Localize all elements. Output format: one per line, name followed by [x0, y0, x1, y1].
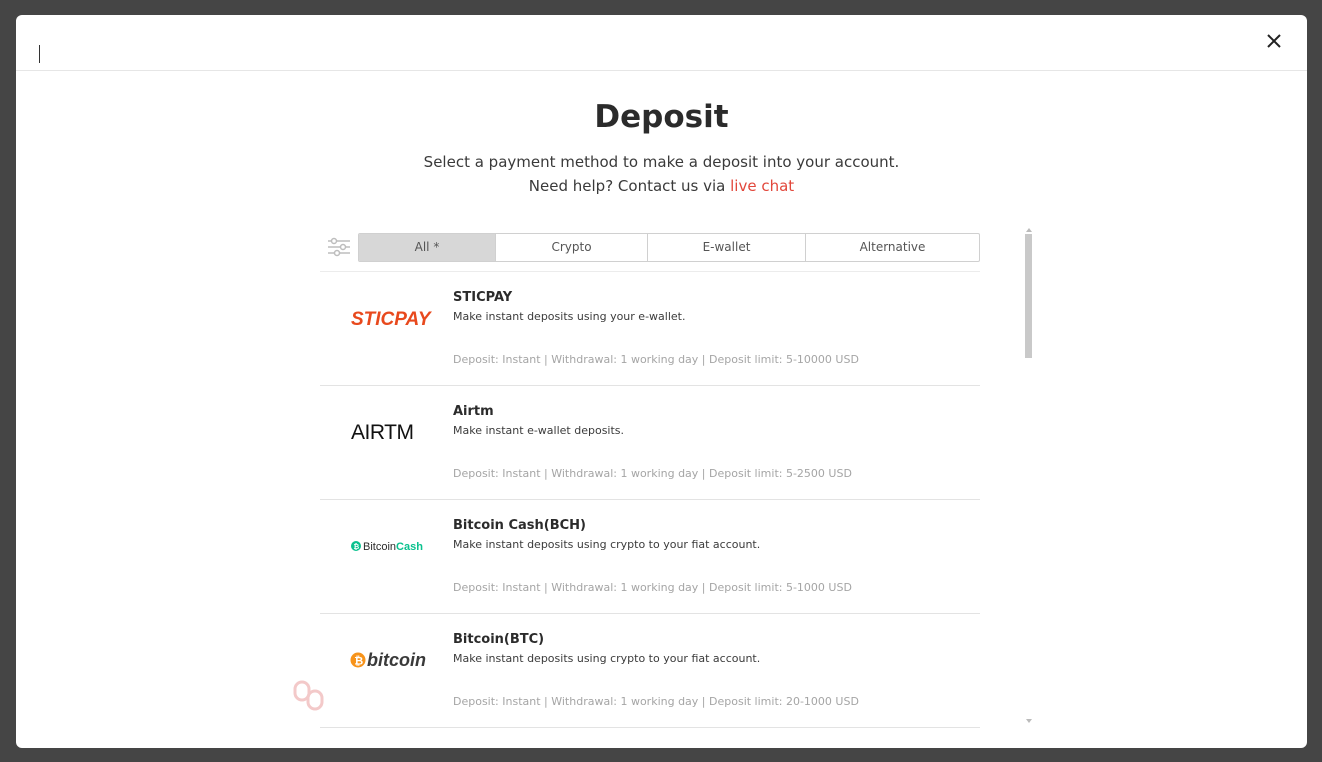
payment-method-airtm[interactable]: AIRTM Airtm Make instant e-wallet deposi…	[320, 386, 980, 500]
link-watermark-icon	[292, 679, 328, 713]
scroll-thumb[interactable]	[1025, 234, 1032, 358]
scroll-up-arrow-icon[interactable]	[1026, 228, 1032, 232]
svg-text:₿: ₿	[354, 543, 360, 551]
method-details: Deposit: Instant | Withdrawal: 1 working…	[453, 467, 852, 480]
method-name: STICPAY	[453, 290, 513, 305]
svg-text:STICPAY: STICPAY	[351, 309, 433, 330]
modal-header	[16, 15, 1307, 71]
help-text: Need help? Contact us via live chat	[16, 177, 1307, 195]
close-icon	[1267, 34, 1281, 48]
tab-alternative[interactable]: Alternative	[806, 234, 979, 261]
payment-category-tabs: All * Crypto E-wallet Alternative	[358, 233, 980, 262]
method-description: Make instant deposits using your e-walle…	[453, 310, 686, 323]
method-name: Bitcoin Cash(BCH)	[453, 518, 586, 533]
tab-e-wallet[interactable]: E-wallet	[648, 234, 806, 261]
airtm-logo: AIRTM	[350, 416, 440, 446]
text-cursor	[39, 45, 40, 63]
svg-text:BitcoinCash: BitcoinCash	[363, 541, 423, 553]
list-scrollbar[interactable]	[1025, 228, 1033, 723]
payment-method-bitcoin-cash[interactable]: ₿ BitcoinCash Bitcoin Cash(BCH) Make ins…	[320, 500, 980, 614]
payment-method-sticpay[interactable]: STICPAY STICPAY Make instant deposits us…	[320, 272, 980, 386]
sliders-icon[interactable]	[326, 236, 352, 258]
svg-text:bitcoin: bitcoin	[367, 650, 426, 670]
deposit-modal: Deposit Select a payment method to make …	[16, 15, 1307, 748]
bitcoin-logo: ₿ bitcoin	[350, 644, 440, 674]
live-chat-link[interactable]: live chat	[730, 177, 794, 195]
payment-method-list: STICPAY STICPAY Make instant deposits us…	[320, 272, 980, 728]
help-prefix: Need help? Contact us via	[528, 177, 731, 195]
page-subtitle: Select a payment method to make a deposi…	[423, 153, 900, 171]
svg-text:₿: ₿	[354, 656, 363, 668]
close-button[interactable]	[1263, 30, 1285, 52]
tab-all[interactable]: All *	[359, 234, 496, 261]
sticpay-logo: STICPAY	[350, 302, 440, 332]
method-name: Airtm	[453, 404, 494, 419]
method-description: Make instant e-wallet deposits.	[453, 424, 625, 437]
page-title: Deposit	[594, 99, 729, 135]
method-description: Make instant deposits using crypto to yo…	[453, 538, 761, 551]
scroll-down-arrow-icon[interactable]	[1026, 719, 1032, 723]
tab-crypto[interactable]: Crypto	[496, 234, 648, 261]
method-name: Bitcoin(BTC)	[453, 632, 545, 647]
method-details: Deposit: Instant | Withdrawal: 1 working…	[453, 353, 859, 366]
method-details: Deposit: Instant | Withdrawal: 1 working…	[453, 581, 852, 594]
bitcoin-cash-logo: ₿ BitcoinCash	[350, 530, 440, 560]
svg-text:AIRTM: AIRTM	[351, 421, 413, 444]
payment-method-bitcoin[interactable]: ₿ bitcoin Bitcoin(BTC) Make instant depo…	[320, 614, 980, 728]
method-details: Deposit: Instant | Withdrawal: 1 working…	[453, 695, 859, 708]
method-description: Make instant deposits using crypto to yo…	[453, 652, 761, 665]
